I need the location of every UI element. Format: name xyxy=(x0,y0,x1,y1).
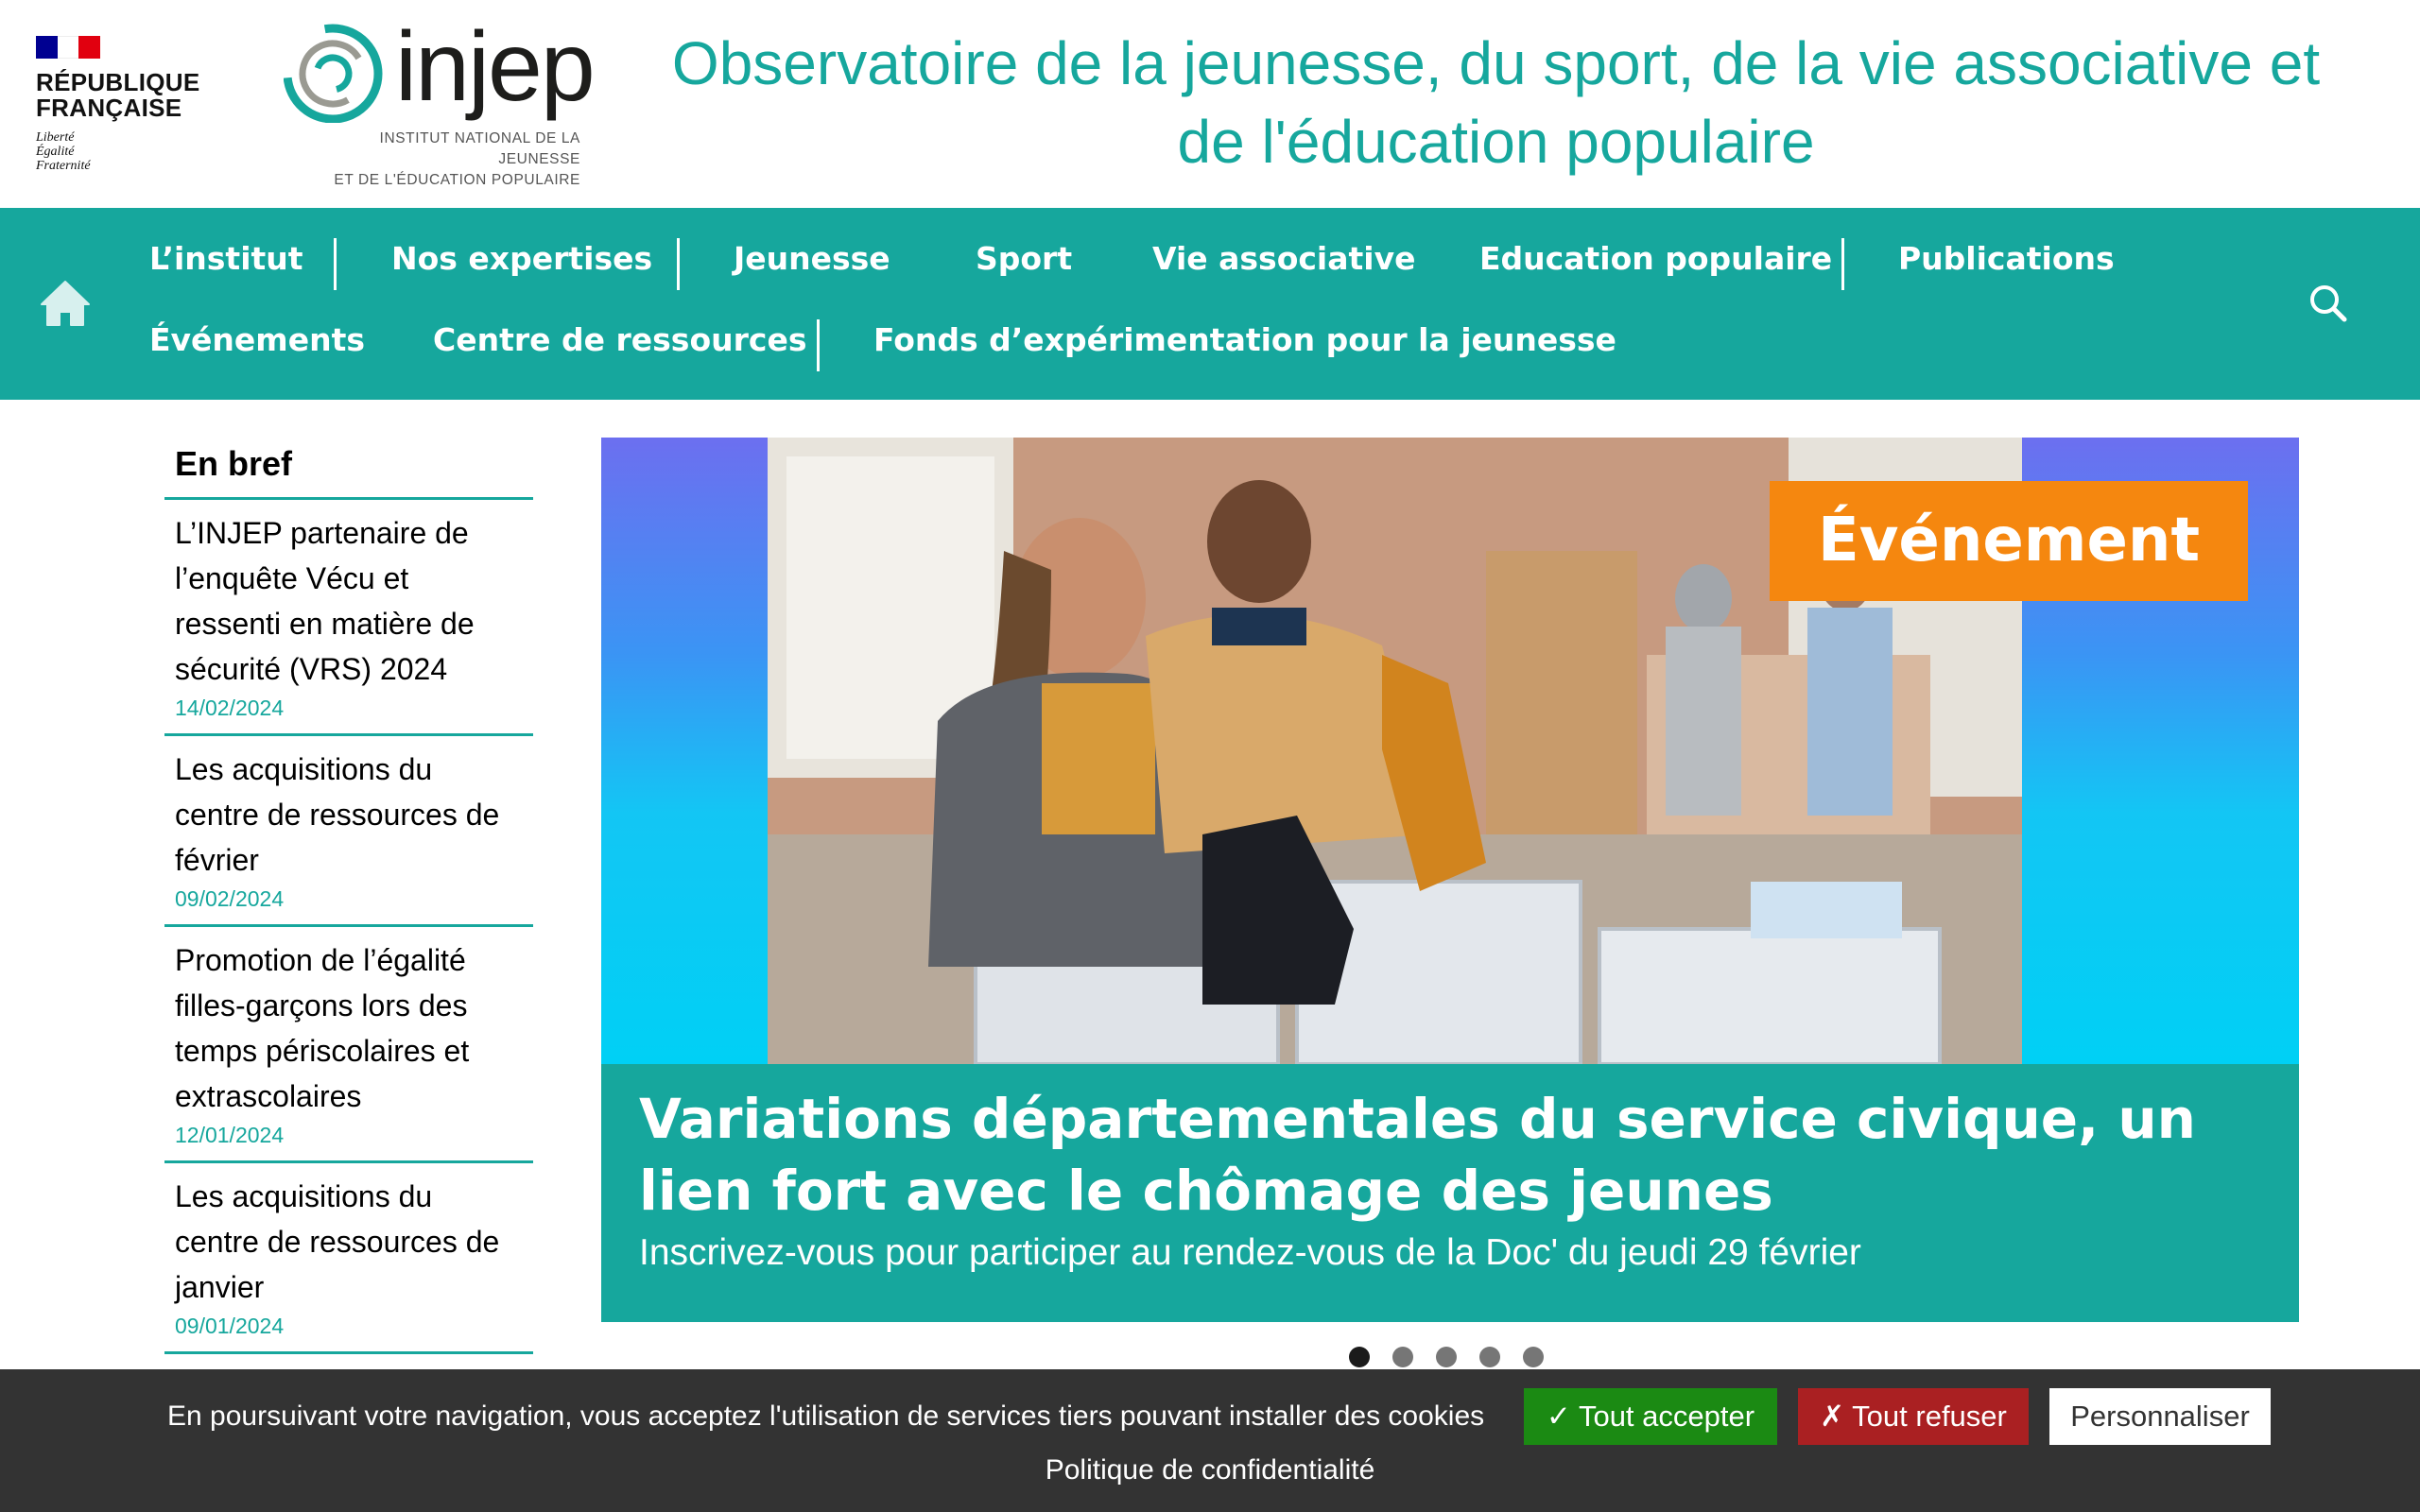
injep-logo[interactable]: injep INSTITUT NATIONAL DE LA JEUNESSE E… xyxy=(284,15,596,188)
refuse-all-button[interactable]: ✗ Tout refuser xyxy=(1798,1388,2029,1445)
carousel-dot-1[interactable] xyxy=(1349,1347,1370,1367)
nav-item-vie-associative[interactable]: Vie associative xyxy=(1152,240,1416,278)
injep-subtitle-line2: ET DE L'ÉDUCATION POPULAIRE xyxy=(334,172,580,188)
nav-separator xyxy=(677,238,680,290)
carousel-pagination xyxy=(1349,1347,1544,1367)
search-button[interactable] xyxy=(2307,282,2350,325)
bref-item-text[interactable]: L’INJEP partenaire de l’enquête Vécu et … xyxy=(175,510,523,692)
slide-subtitle: Inscrivez-vous pour participer au rendez… xyxy=(639,1232,1861,1273)
main-navigation: L’institut Nos expertises Jeunesse Sport… xyxy=(0,208,2420,400)
event-badge: Événement xyxy=(1770,481,2248,601)
slide-caption[interactable]: Variations départementales du service ci… xyxy=(601,1064,2299,1322)
list-item[interactable]: Les acquisitions du centre de ressources… xyxy=(164,1163,533,1354)
nav-item-jeunesse[interactable]: Jeunesse xyxy=(734,240,890,278)
republique-francaise-logo[interactable]: RÉPUBLIQUE FRANÇAISE Liberté Égalité Fra… xyxy=(36,36,200,173)
bref-item-date: 12/01/2024 xyxy=(175,1123,285,1147)
news-carousel: Événement Variations départementales du … xyxy=(601,438,2299,1322)
motto-liberte: Liberté xyxy=(36,130,75,145)
republique-motto: Liberté Égalité Fraternité xyxy=(36,130,197,173)
bref-item-date: 09/01/2024 xyxy=(175,1314,285,1338)
site-header: RÉPUBLIQUE FRANÇAISE Liberté Égalité Fra… xyxy=(0,0,2420,208)
en-bref-title: En bref xyxy=(164,438,533,500)
bref-item-date: 14/02/2024 xyxy=(175,696,285,720)
search-icon xyxy=(2310,285,2347,322)
bref-item-text[interactable]: Promotion de l’égalité filles-garçons lo… xyxy=(175,937,523,1119)
privacy-policy-link[interactable]: Politique de confidentialité xyxy=(0,1452,2420,1489)
slide-image[interactable]: Événement xyxy=(601,438,2299,1064)
nav-item-evenements[interactable]: Événements xyxy=(149,321,365,359)
list-item[interactable]: Les acquisitions du centre de ressources… xyxy=(164,736,533,927)
republique-title-line1: RÉPUBLIQUE xyxy=(36,68,200,96)
nav-item-education-populaire[interactable]: Education populaire xyxy=(1479,240,1832,278)
accept-all-button[interactable]: ✓ Tout accepter xyxy=(1524,1388,1777,1445)
nav-item-fonds-experimentation[interactable]: Fonds d’expérimentation pour la jeunesse xyxy=(873,321,1616,359)
carousel-dot-3[interactable] xyxy=(1436,1347,1457,1367)
nav-item-centre-de-ressources[interactable]: Centre de ressources xyxy=(433,321,806,359)
nav-item-institut[interactable]: L’institut xyxy=(149,240,303,278)
cookie-message: En poursuivant votre navigation, vous ac… xyxy=(167,1400,1485,1432)
customize-button[interactable]: Personnaliser xyxy=(2049,1388,2271,1445)
home-button[interactable] xyxy=(38,278,93,329)
motto-egalite: Égalité xyxy=(36,145,75,159)
home-icon xyxy=(41,281,90,326)
bref-item-text[interactable]: Les acquisitions du centre de ressources… xyxy=(175,747,523,883)
republique-title-line2: FRANÇAISE xyxy=(36,94,182,122)
site-title: Observatoire de la jeunesse, du sport, d… xyxy=(671,29,2321,176)
carousel-dot-2[interactable] xyxy=(1392,1347,1413,1367)
list-item[interactable]: Promotion de l’égalité filles-garçons lo… xyxy=(164,927,533,1163)
nav-separator xyxy=(817,319,820,371)
nav-item-publications[interactable]: Publications xyxy=(1898,240,2115,278)
nav-separator xyxy=(334,238,337,290)
motto-fraternite: Fraternité xyxy=(36,159,91,173)
list-item[interactable]: L’INJEP partenaire de l’enquête Vécu et … xyxy=(164,500,533,736)
injep-wordmark: injep xyxy=(395,12,596,122)
carousel-dot-5[interactable] xyxy=(1523,1347,1544,1367)
french-flag-icon xyxy=(36,36,101,59)
injep-swirl-icon xyxy=(284,24,383,123)
injep-subtitle-line1: INSTITUT NATIONAL DE LA JEUNESSE xyxy=(379,130,580,167)
nav-item-nos-expertises[interactable]: Nos expertises xyxy=(391,240,652,278)
injep-subtitle: INSTITUT NATIONAL DE LA JEUNESSE ET DE L… xyxy=(325,129,580,191)
republique-title: RÉPUBLIQUE FRANÇAISE xyxy=(36,68,200,122)
carousel-dot-4[interactable] xyxy=(1479,1347,1500,1367)
bref-item-date: 09/02/2024 xyxy=(175,886,285,911)
nav-item-sport[interactable]: Sport xyxy=(976,240,1072,278)
slide-title[interactable]: Variations départementales du service ci… xyxy=(639,1083,2261,1227)
bref-item-text[interactable]: Les acquisitions du centre de ressources… xyxy=(175,1174,523,1310)
nav-separator xyxy=(1841,238,1844,290)
en-bref-sidebar: En bref L’INJEP partenaire de l’enquête … xyxy=(164,438,533,1354)
